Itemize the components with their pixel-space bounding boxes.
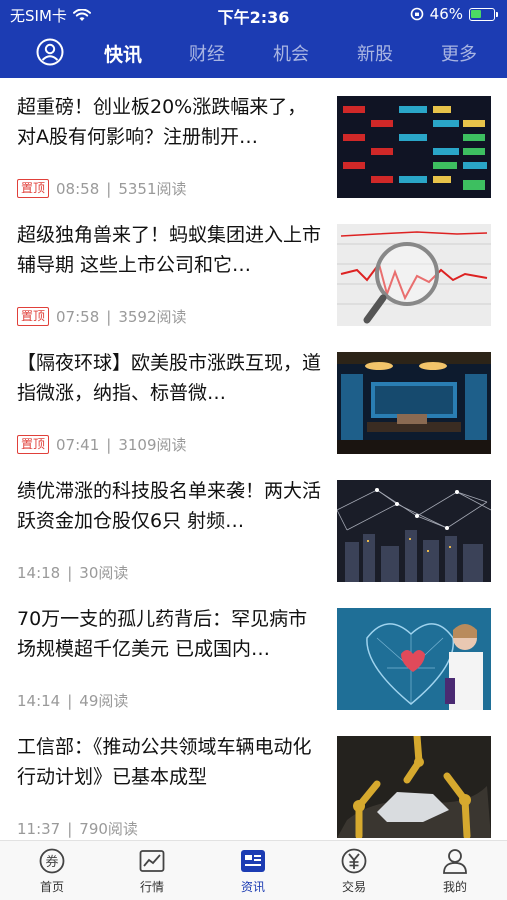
news-time: 11:37 — [17, 819, 61, 838]
news-meta: 14:14 | 49阅读 — [17, 690, 128, 711]
tab-xingu[interactable]: 新股 — [357, 40, 393, 66]
news-meta: 14:18 | 30阅读 — [17, 562, 128, 583]
news-item[interactable]: 超级独角兽来了！蚂蚁集团进入上市辅导期 这些上市公司和它… 置顶 07:58 |… — [0, 206, 507, 334]
pinned-badge: 置顶 — [17, 307, 50, 326]
tab-gengduo[interactable]: 更多 — [441, 40, 477, 66]
news-reads: 30阅读 — [79, 564, 129, 582]
user-icon — [443, 849, 467, 874]
trading-room-thumbnail[interactable] — [337, 352, 491, 454]
news-reads: 49阅读 — [79, 692, 129, 710]
svg-text:券: 券 — [45, 854, 58, 870]
status-right: 46% — [410, 5, 498, 23]
pinned-badge: 置顶 — [17, 179, 50, 198]
news-meta: 11:37 | 790阅读 — [17, 818, 138, 839]
news-time: 14:18 — [17, 563, 61, 582]
yen-icon — [341, 848, 367, 874]
news-reads: 5351阅读 — [118, 180, 187, 198]
coupon-icon: 券 — [39, 848, 65, 874]
robot-factory-thumbnail[interactable] — [337, 736, 491, 838]
news-item[interactable]: 70万一支的孤儿药背后：罕见病市场规模超千亿美元 已成国内… 14:14 | 4… — [0, 590, 507, 718]
news-title[interactable]: 【隔夜环球】欧美股市涨跌互现，道指微涨，纳指、标普微… — [17, 348, 322, 408]
nav-label: 资讯 — [240, 880, 265, 894]
doctor-heart-thumbnail[interactable] — [337, 608, 491, 710]
news-title[interactable]: 超级独角兽来了！蚂蚁集团进入上市辅导期 这些上市公司和它… — [17, 220, 322, 280]
divider: | — [67, 563, 73, 582]
news-meta: 置顶 07:58 | 3592阅读 — [17, 306, 187, 327]
nav-home[interactable]: 券 首页 — [22, 847, 82, 895]
nav-label: 行情 — [139, 880, 164, 894]
top-tabs: 快讯 财经 机会 新股 更多 — [0, 28, 507, 78]
nav-label: 首页 — [39, 880, 64, 894]
pinned-badge: 置顶 — [17, 435, 50, 454]
battery-percent: 46% — [429, 5, 463, 23]
stock-ticker-thumbnail[interactable] — [337, 96, 491, 198]
divider: | — [106, 307, 112, 326]
news-meta: 置顶 08:58 | 5351阅读 — [17, 178, 187, 199]
magnifier-chart-thumbnail[interactable] — [337, 224, 491, 326]
news-reads: 790阅读 — [79, 820, 138, 838]
nav-label: 我的 — [442, 880, 467, 894]
news-item[interactable]: 工信部：《推动公共领域车辆电动化行动计划》已基本成型 11:37 | 790阅读 — [0, 718, 507, 840]
news-time: 07:58 — [56, 307, 100, 326]
divider: | — [106, 179, 112, 198]
profile-avatar-icon[interactable] — [36, 38, 64, 66]
tab-caijing[interactable]: 财经 — [189, 40, 225, 66]
battery-level — [471, 9, 481, 18]
news-time: 14:14 — [17, 691, 61, 710]
app-header: 无SIM卡 下午2:36 46% 快讯 财经 机会 新股 更多 — [0, 0, 507, 78]
nav-market[interactable]: 行情 — [122, 847, 182, 895]
divider: | — [67, 691, 73, 710]
news-item[interactable]: 绩优滞涨的科技股名单来袭！两大活跃资金加仓股仅6只 射频… 14:18 | 30… — [0, 462, 507, 590]
news-meta: 置顶 07:41 | 3109阅读 — [17, 434, 187, 455]
chart-icon — [139, 850, 165, 872]
city-network-thumbnail[interactable] — [337, 480, 491, 582]
news-title[interactable]: 工信部：《推动公共领域车辆电动化行动计划》已基本成型 — [17, 732, 322, 792]
bottom-navigation: 券 首页 行情 资讯 交易 我的 — [0, 840, 507, 900]
news-icon — [241, 850, 265, 872]
nav-label: 交易 — [341, 880, 366, 894]
orientation-lock-icon — [410, 7, 423, 21]
news-item[interactable]: 超重磅！创业板20%涨跌幅来了，对A股有何影响？注册制开… 置顶 08:58 |… — [0, 78, 507, 206]
news-item[interactable]: 【隔夜环球】欧美股市涨跌互现，道指微涨，纳指、标普微… 置顶 07:41 | 3… — [0, 334, 507, 462]
news-reads: 3109阅读 — [118, 436, 187, 454]
nav-news[interactable]: 资讯 — [223, 847, 283, 895]
battery-icon — [469, 7, 498, 21]
news-time: 07:41 — [56, 435, 100, 454]
divider: | — [67, 819, 73, 838]
news-reads: 3592阅读 — [118, 308, 187, 326]
nav-mine[interactable]: 我的 — [425, 847, 485, 895]
news-feed: 超重磅！创业板20%涨跌幅来了，对A股有何影响？注册制开… 置顶 08:58 |… — [0, 78, 507, 840]
tab-kuaixun[interactable]: 快讯 — [104, 40, 142, 67]
news-title[interactable]: 70万一支的孤儿药背后：罕见病市场规模超千亿美元 已成国内… — [17, 604, 322, 664]
divider: | — [106, 435, 112, 454]
status-bar: 无SIM卡 下午2:36 46% — [0, 0, 507, 28]
tab-jihui[interactable]: 机会 — [273, 40, 309, 66]
nav-trade[interactable]: 交易 — [324, 847, 384, 895]
news-time: 08:58 — [56, 179, 100, 198]
news-title[interactable]: 绩优滞涨的科技股名单来袭！两大活跃资金加仓股仅6只 射频… — [17, 476, 322, 536]
news-title[interactable]: 超重磅！创业板20%涨跌幅来了，对A股有何影响？注册制开… — [17, 92, 322, 152]
